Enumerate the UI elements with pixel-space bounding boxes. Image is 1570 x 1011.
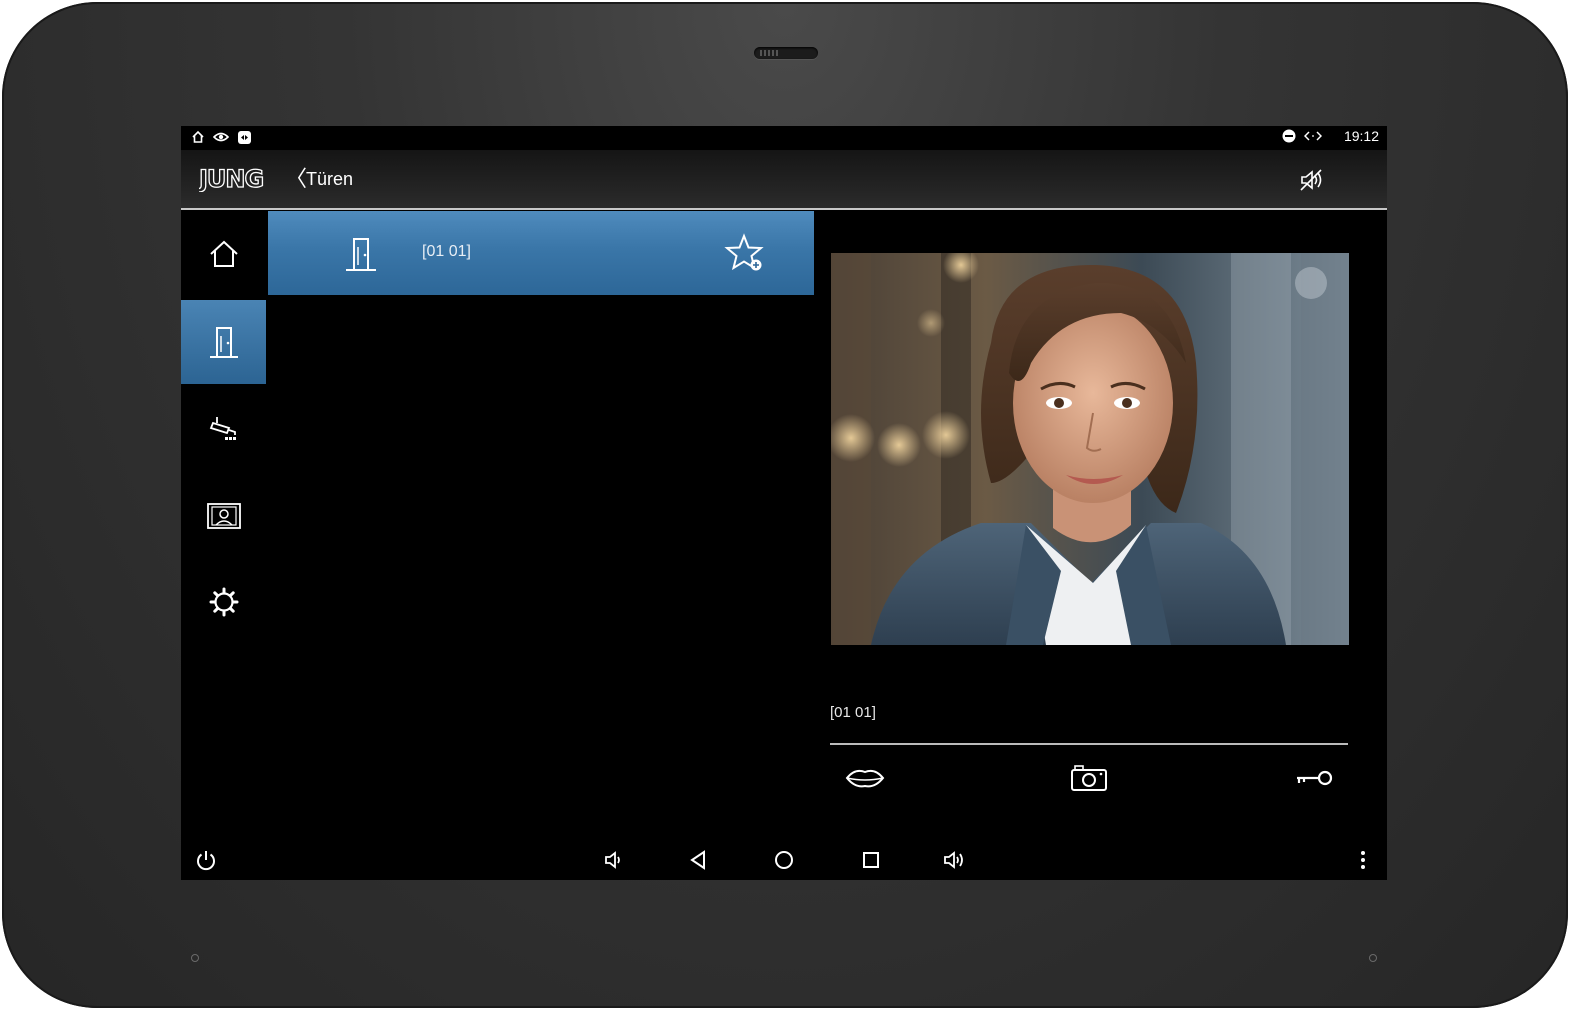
touch-screen: 19:12 JUNG 〈 Türen [01 01] [01 01]	[181, 126, 1387, 880]
back-button[interactable]: 〈	[285, 166, 307, 192]
door-icon	[346, 238, 376, 271]
talk-button[interactable]	[843, 760, 887, 796]
open-door-key-button[interactable]	[1293, 760, 1337, 796]
more-vert-icon[interactable]	[1351, 848, 1375, 872]
system-nav-bar	[181, 838, 1387, 880]
remote-icon	[238, 131, 251, 144]
volume-up-icon[interactable]	[942, 848, 966, 872]
svg-text:JUNG: JUNG	[199, 166, 263, 192]
code-arrows-icon	[1303, 131, 1322, 141]
contact-card-icon	[206, 503, 241, 529]
jung-logo: JUNG	[199, 166, 265, 192]
front-sensor	[754, 47, 818, 59]
eye-icon	[213, 132, 229, 142]
home-icon	[209, 240, 238, 267]
page-title: Türen	[306, 169, 354, 189]
sidebar-item-settings[interactable]	[181, 560, 266, 644]
caller-video-image	[831, 253, 1349, 645]
door-icon	[209, 327, 238, 358]
snapshot-button[interactable]	[1067, 760, 1111, 796]
sidebar-item-home[interactable]	[181, 212, 266, 296]
star-add-icon[interactable]	[724, 233, 764, 273]
volume-down-icon[interactable]	[602, 848, 626, 872]
caller-label: [01 01]	[830, 704, 876, 721]
door-label: [01 01]	[422, 243, 471, 260]
gear-icon	[209, 587, 238, 617]
recents-icon[interactable]	[859, 848, 883, 872]
sidebar	[181, 212, 266, 832]
home-icon	[192, 130, 204, 143]
bezel-screw-right	[1369, 954, 1377, 962]
sidebar-item-contacts[interactable]	[181, 474, 266, 558]
do-not-disturb-icon	[1282, 129, 1296, 143]
sidebar-item-doors[interactable]	[181, 300, 266, 384]
back-icon[interactable]	[686, 848, 710, 872]
video-feed[interactable]	[831, 253, 1349, 645]
door-list-item[interactable]: [01 01]	[268, 211, 814, 295]
home-circle-icon[interactable]	[772, 848, 796, 872]
sidebar-item-cameras[interactable]	[181, 386, 266, 470]
divider	[830, 743, 1348, 745]
camera-surveillance-icon	[209, 417, 236, 440]
status-bar: 19:12	[181, 126, 1387, 150]
mute-speaker-icon[interactable]	[1295, 164, 1327, 196]
bezel-screw-left	[191, 954, 199, 962]
app-header: JUNG 〈 Türen	[181, 150, 1387, 210]
status-time: 19:12	[1343, 128, 1379, 144]
power-icon[interactable]	[194, 848, 218, 872]
